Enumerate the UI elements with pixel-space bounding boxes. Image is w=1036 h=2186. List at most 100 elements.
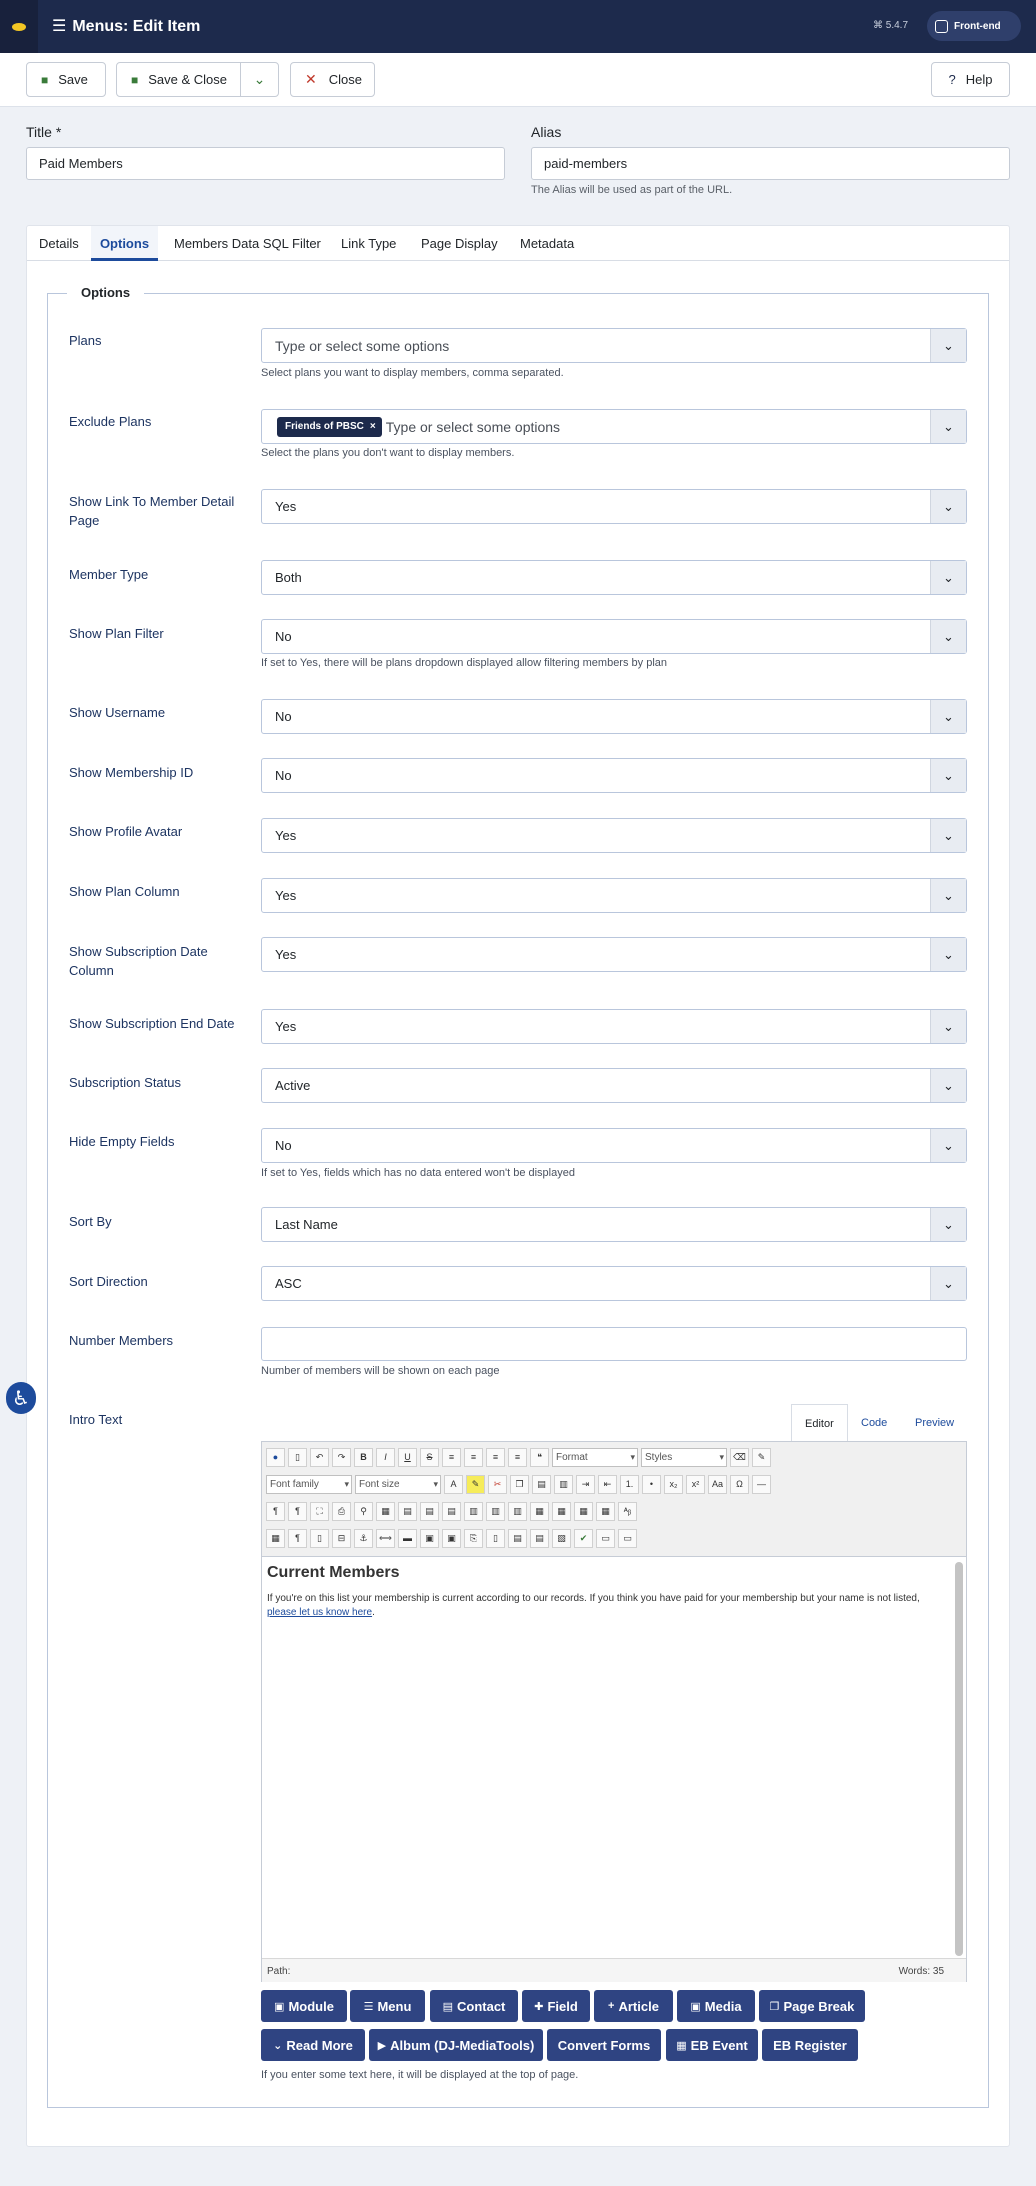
col-after-icon[interactable]: ▥ (486, 1501, 505, 1521)
font-size-dropdown[interactable]: Font size (355, 1474, 441, 1494)
fullscreen-icon[interactable]: ⛶ (310, 1501, 329, 1521)
chevron-down-icon[interactable]: ⌄ (930, 561, 966, 594)
blockquote-icon[interactable]: ❝ (530, 1447, 549, 1467)
member-type-select[interactable]: Both ⌄ (261, 560, 967, 595)
help-icon[interactable]: ● (266, 1447, 285, 1467)
chevron-down-icon[interactable]: ⌄ (930, 819, 966, 852)
spellcheck-icon[interactable]: ᴬᵦ (618, 1501, 637, 1521)
print-icon[interactable]: ⎙ (332, 1501, 351, 1521)
chevron-down-icon[interactable]: ⌄ (930, 700, 966, 733)
tab-options[interactable]: Options (91, 226, 158, 261)
accept-icon[interactable]: ✔ (574, 1528, 593, 1548)
visual-aid-icon[interactable]: ▦ (266, 1528, 285, 1548)
alias-input[interactable]: paid-members (531, 147, 1010, 180)
chevron-down-icon[interactable]: ⌄ (930, 1129, 966, 1162)
sort-by-select[interactable]: Last Name ⌄ (261, 1207, 967, 1242)
show-sub-end-select[interactable]: Yes ⌄ (261, 1009, 967, 1044)
format-dropdown[interactable]: Format (552, 1447, 638, 1467)
tab-page-display[interactable]: Page Display (421, 226, 498, 261)
save-dropdown-button[interactable]: ⌄ (240, 62, 279, 97)
chevron-down-icon[interactable]: ⌄ (930, 879, 966, 912)
show-plan-filter-select[interactable]: No ⌄ (261, 619, 967, 654)
sort-direction-select[interactable]: ASC ⌄ (261, 1266, 967, 1301)
accessibility-icon[interactable]: ♿ (6, 1382, 36, 1414)
article-icon[interactable]: ▤ (530, 1528, 549, 1548)
show-username-select[interactable]: No ⌄ (261, 699, 967, 734)
tab-link-type[interactable]: Link Type (341, 226, 396, 261)
bullet-list-icon[interactable]: • (642, 1474, 661, 1494)
show-profile-avatar-select[interactable]: Yes ⌄ (261, 818, 967, 853)
omega-icon[interactable]: Ω (730, 1474, 749, 1494)
chevron-down-icon[interactable]: ⌄ (930, 938, 966, 971)
align-right-icon[interactable]: ≡ (508, 1447, 527, 1467)
redo-icon[interactable]: ↷ (332, 1447, 351, 1467)
convert-forms-button[interactable]: Convert Forms (547, 2029, 661, 2061)
cleanup-icon[interactable]: ✎ (752, 1447, 771, 1467)
album-button[interactable]: ▶ Album (DJ-MediaTools) (369, 2029, 543, 2061)
chevron-down-icon[interactable]: ⌄ (930, 410, 966, 443)
layer-icon[interactable]: ▭ (618, 1528, 637, 1548)
tab-editor[interactable]: Editor (791, 1404, 848, 1442)
horizontal-rule-icon[interactable]: — (752, 1474, 771, 1494)
media-button[interactable]: ▣ Media (677, 1990, 755, 2022)
bold-icon[interactable]: B (354, 1447, 373, 1467)
delete-col-icon[interactable]: ▥ (508, 1501, 527, 1521)
template-icon[interactable]: ▤ (508, 1528, 527, 1548)
ordered-list-icon[interactable]: 1. (620, 1474, 639, 1494)
eb-register-button[interactable]: EB Register (762, 2029, 858, 2061)
page-break-icon[interactable]: ⊟ (332, 1528, 351, 1548)
eb-event-button[interactable]: ▦ EB Event (666, 2029, 758, 2061)
rtl-icon[interactable]: ¶ (288, 1501, 307, 1521)
remove-chip-icon[interactable]: × (370, 421, 376, 432)
tab-code[interactable]: Code (861, 1404, 887, 1442)
chevron-down-icon[interactable]: ⌄ (930, 1010, 966, 1043)
new-document-icon[interactable]: ▯ (288, 1447, 307, 1467)
eraser-icon[interactable]: ⌫ (730, 1447, 749, 1467)
show-plan-column-select[interactable]: Yes ⌄ (261, 878, 967, 913)
align-justify-icon[interactable]: ≡ (442, 1447, 461, 1467)
contact-link[interactable]: please let us know here (267, 1607, 372, 1618)
split-cell-icon[interactable]: ▦ (530, 1501, 549, 1521)
hide-empty-select[interactable]: No ⌄ (261, 1128, 967, 1163)
nonbreaking-icon[interactable]: ⟺ (376, 1528, 395, 1548)
italic-icon[interactable]: I (376, 1447, 395, 1467)
editor-scrollbar[interactable] (955, 1562, 963, 1956)
search-icon[interactable]: ⚲ (354, 1501, 373, 1521)
subscript-icon[interactable]: x₂ (664, 1474, 683, 1494)
chevron-down-icon[interactable]: ⌄ (930, 490, 966, 523)
delete-row-icon[interactable]: ▤ (442, 1501, 461, 1521)
style-icon[interactable]: ▧ (552, 1528, 571, 1548)
plans-select[interactable]: Type or select some options ⌄ (261, 328, 967, 363)
number-members-input[interactable] (261, 1327, 967, 1361)
exclude-plans-select[interactable]: Friends of PBSC × Type or select some opti… (261, 409, 967, 444)
frontend-button[interactable]: Front-end (927, 11, 1021, 41)
col-before-icon[interactable]: ▥ (464, 1501, 483, 1521)
cut-icon[interactable]: ✂ (488, 1474, 507, 1494)
highlight-icon[interactable]: ✎ (466, 1474, 485, 1494)
contact-button[interactable]: ▤ Contact (430, 1990, 518, 2022)
superscript-icon[interactable]: x² (686, 1474, 705, 1494)
close-button[interactable]: ✕ Close (290, 62, 375, 97)
form-icon[interactable]: ▭ (596, 1528, 615, 1548)
source-icon[interactable]: ▯ (310, 1528, 329, 1548)
chevron-down-icon[interactable]: ⌄ (930, 759, 966, 792)
font-family-dropdown[interactable]: Font family (266, 1474, 352, 1494)
tab-details[interactable]: Details (39, 226, 79, 261)
show-sub-date-select[interactable]: Yes ⌄ (261, 937, 967, 972)
chevron-down-icon[interactable]: ⌄ (930, 1208, 966, 1241)
chevron-down-icon[interactable]: ⌄ (930, 1069, 966, 1102)
row-after-icon[interactable]: ▤ (420, 1501, 439, 1521)
row-props-icon[interactable]: ▦ (596, 1501, 615, 1521)
anchor-icon[interactable]: ⚓ (354, 1528, 373, 1548)
copy-icon[interactable]: ❐ (510, 1474, 529, 1494)
tab-members-data-sql-filter[interactable]: Members Data SQL Filter (174, 226, 321, 261)
chevron-down-icon[interactable]: ⌄ (930, 329, 966, 362)
row-before-icon[interactable]: ▤ (398, 1501, 417, 1521)
menu-button[interactable]: ☰ Menu (350, 1990, 425, 2022)
hr-icon[interactable]: ▬ (398, 1528, 417, 1548)
read-more-button[interactable]: ⌄ Read More (261, 2029, 365, 2061)
file-icon[interactable]: ▯ (486, 1528, 505, 1548)
indent-icon[interactable]: ⇥ (576, 1474, 595, 1494)
help-button[interactable]: ? Help (931, 62, 1010, 97)
styles-dropdown[interactable]: Styles (641, 1447, 727, 1467)
